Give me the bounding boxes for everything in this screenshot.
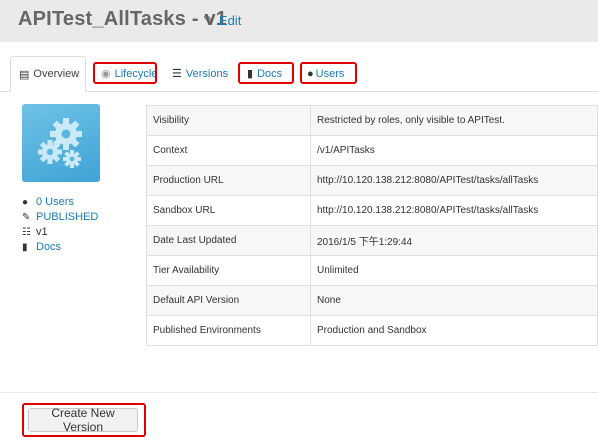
document-icon: ▮ [22, 242, 28, 253]
row-value: 2016/1/5 下午1:29:44 [310, 225, 598, 256]
api-thumbnail [22, 104, 100, 182]
tab-overview[interactable]: ▤ Overview [10, 56, 86, 92]
docs-link[interactable]: Docs [36, 240, 61, 255]
users-item[interactable]: ● 0 Users [22, 195, 98, 210]
tab-label: Overview [33, 68, 80, 80]
highlight-docs [238, 62, 294, 84]
row-key: Date Last Updated [146, 225, 311, 256]
table-row: Published Environments Production and Sa… [146, 315, 598, 346]
row-value: http://10.120.138.212:8080/APITest/tasks… [310, 195, 598, 226]
users-link[interactable]: 0 Users [36, 195, 74, 210]
row-value: /v1/APITasks [310, 135, 598, 166]
versions-icon: ☰ [172, 68, 182, 80]
table-row: Date Last Updated 2016/1/5 下午1:29:44 [146, 225, 598, 256]
pencil-icon: ✎ [22, 212, 31, 223]
row-key: Tier Availability [146, 255, 311, 286]
row-key: Visibility [146, 105, 311, 136]
gears-icon [38, 118, 82, 168]
api-sidebar: ● 0 Users ✎ PUBLISHED ☷ v1 ▮ Docs [22, 195, 98, 255]
table-row: Sandbox URL http://10.120.138.212:8080/A… [146, 195, 598, 226]
row-value: None [310, 285, 598, 316]
table-row: Production URL http://10.120.138.212:808… [146, 165, 598, 196]
tab-versions[interactable]: ☰ Versions [172, 56, 232, 91]
status-item[interactable]: ✎ PUBLISHED [22, 210, 98, 225]
api-info-table: Visibility Restricted by roles, only vis… [146, 105, 598, 346]
highlight-create-version [22, 403, 146, 437]
tab-label: Versions [185, 67, 229, 80]
table-row: Tier Availability Unlimited [146, 255, 598, 286]
page-title: APITest_AllTasks - v1 [18, 8, 228, 30]
row-key: Context [146, 135, 311, 166]
section-divider [0, 392, 598, 393]
user-icon: ● [22, 197, 29, 208]
row-key: Published Environments [146, 315, 311, 346]
edit-label: Edit [218, 12, 242, 28]
page-header: APITest_AllTasks - v1 ✎ Edit [0, 0, 598, 42]
table-row: Visibility Restricted by roles, only vis… [146, 105, 598, 136]
table-row: Default API Version None [146, 285, 598, 316]
edit-icon: ✎ [203, 12, 214, 27]
row-value: Unlimited [310, 255, 598, 286]
highlight-users [300, 62, 357, 84]
list-icon: ▤ [19, 68, 30, 81]
status-link[interactable]: PUBLISHED [36, 210, 98, 225]
row-value: Restricted by roles, only visible to API… [310, 105, 598, 136]
version-label: v1 [36, 226, 48, 238]
grid-icon: ☷ [22, 227, 31, 238]
edit-link[interactable]: ✎ Edit [203, 12, 241, 28]
row-key: Production URL [146, 165, 311, 196]
tab-bar-divider [0, 91, 598, 92]
row-key: Sandbox URL [146, 195, 311, 226]
row-value: http://10.120.138.212:8080/APITest/tasks… [310, 165, 598, 196]
highlight-lifecycle [93, 62, 157, 84]
tab-bar: ▤ Overview ◉ Lifecycle ☰ Versions ▮ Docs… [0, 56, 598, 92]
row-value: Production and Sandbox [310, 315, 598, 346]
row-key: Default API Version [146, 285, 311, 316]
table-row: Context /v1/APITasks [146, 135, 598, 166]
docs-item[interactable]: ▮ Docs [22, 240, 98, 255]
version-item: ☷ v1 [22, 225, 98, 240]
